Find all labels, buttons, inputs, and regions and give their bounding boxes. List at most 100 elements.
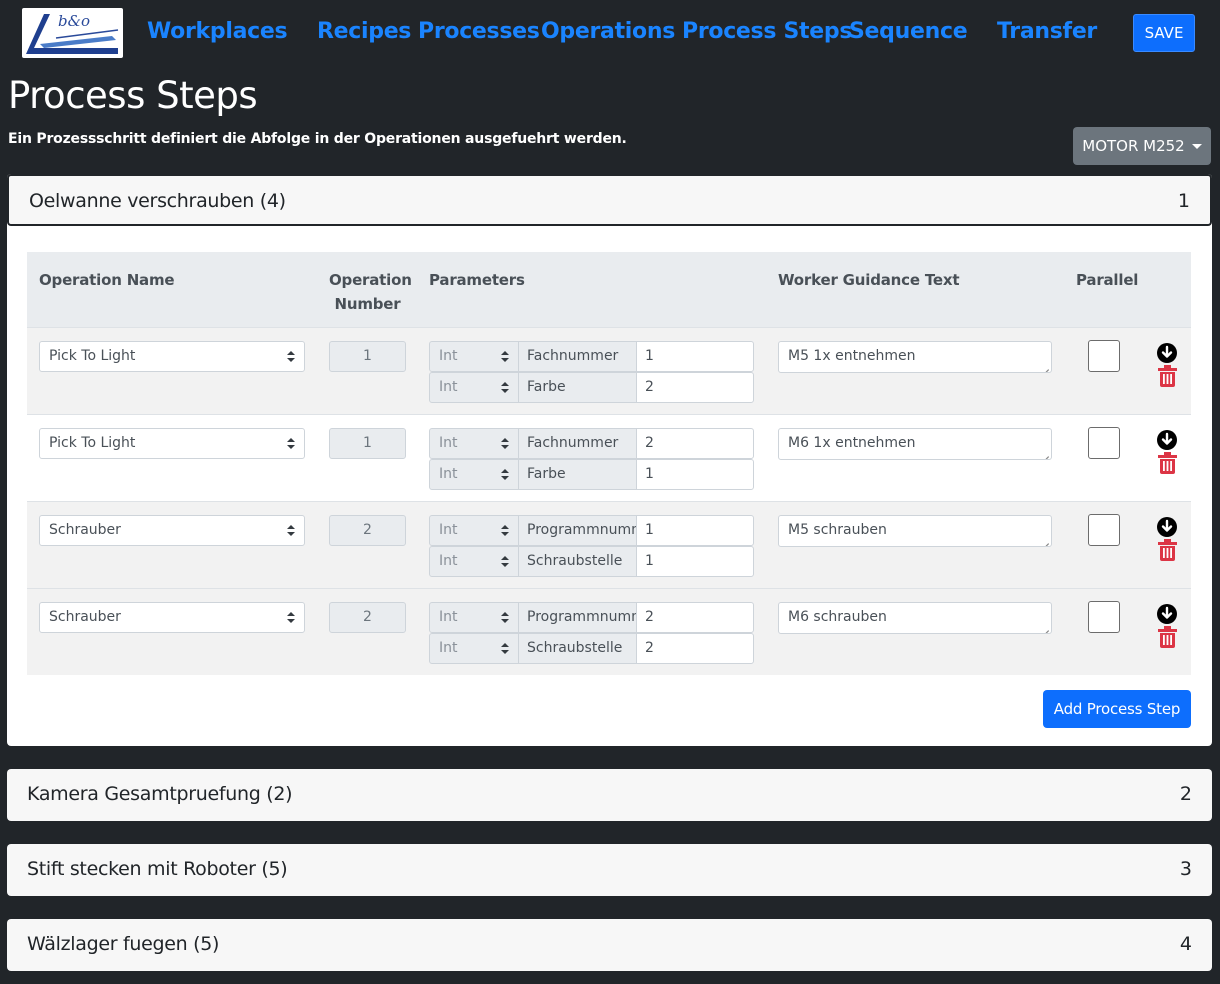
- param-type-value: Int: [439, 348, 458, 364]
- accordion-title: Stift stecken mit Roboter (5): [27, 858, 288, 880]
- nav-link-sequence[interactable]: Sequence: [849, 19, 968, 44]
- operation-select[interactable]: Pick To Light: [39, 341, 305, 372]
- select-arrows-icon: [501, 556, 509, 568]
- select-arrows-icon: [501, 438, 509, 450]
- operation-select-value: Schrauber: [49, 609, 121, 625]
- param-value-input[interactable]: 1: [636, 459, 754, 490]
- nav-link-processes[interactable]: Processes: [418, 19, 540, 44]
- param-name-field: Farbe: [518, 372, 637, 403]
- page-title: Process Steps: [8, 74, 258, 117]
- move-down-icon[interactable]: [1157, 604, 1177, 624]
- trash-icon[interactable]: [1158, 626, 1177, 648]
- param-type-select[interactable]: Int: [429, 428, 519, 459]
- header-operation-number: Operation Number: [329, 268, 412, 316]
- resize-handle-icon[interactable]: [1041, 536, 1049, 544]
- navbar: b&o Workplaces Recipes Processes Operati…: [0, 0, 1220, 70]
- param-type-select[interactable]: Int: [429, 459, 519, 490]
- accordion-header[interactable]: Stift stecken mit Roboter (5) 3: [7, 844, 1212, 896]
- parallel-checkbox[interactable]: [1088, 601, 1120, 633]
- select-arrows-icon: [501, 382, 509, 394]
- param-value-input[interactable]: 2: [636, 428, 754, 459]
- table-row: Pick To Light 1 Int Fachnummer 2 Int Far…: [27, 414, 1191, 501]
- add-process-step-button[interactable]: Add Process Step: [1043, 690, 1191, 728]
- move-down-icon[interactable]: [1157, 430, 1177, 450]
- select-arrows-icon: [501, 525, 509, 537]
- param-value-input[interactable]: 2: [636, 372, 754, 403]
- param-name-field: Programmnummer: [518, 515, 637, 546]
- trash-icon[interactable]: [1158, 365, 1177, 387]
- operation-select[interactable]: Pick To Light: [39, 428, 305, 459]
- accordion-header[interactable]: Wälzlager fuegen (5) 4: [7, 919, 1212, 971]
- guidance-text: M6 schrauben: [788, 609, 887, 625]
- table-row: Schrauber 2 Int Programmnummer 2 Int Sch…: [27, 588, 1191, 675]
- guidance-textarea[interactable]: M5 schrauben: [778, 515, 1052, 547]
- param-name-field: Fachnummer: [518, 428, 637, 459]
- move-down-icon[interactable]: [1157, 343, 1177, 363]
- caret-down-icon: [1191, 143, 1202, 149]
- param-type-value: Int: [439, 640, 458, 656]
- select-arrows-icon: [287, 612, 295, 624]
- accordion-item-expanded: Oelwanne verschrauben (4) 1 Operation Na…: [7, 174, 1212, 746]
- param-name-field: Programmnummer: [518, 602, 637, 633]
- move-down-icon[interactable]: [1157, 517, 1177, 537]
- operation-select-value: Pick To Light: [49, 435, 136, 451]
- table-row: Pick To Light 1 Int Fachnummer 1 Int Far…: [27, 327, 1191, 414]
- trash-icon[interactable]: [1158, 539, 1177, 561]
- guidance-text: M6 1x entnehmen: [788, 435, 916, 451]
- param-type-select[interactable]: Int: [429, 372, 519, 403]
- company-logo[interactable]: b&o: [22, 8, 123, 58]
- select-arrows-icon: [501, 351, 509, 363]
- guidance-textarea[interactable]: M6 schrauben: [778, 602, 1052, 634]
- resize-handle-icon[interactable]: [1041, 449, 1049, 457]
- param-type-value: Int: [439, 379, 458, 395]
- param-type-select[interactable]: Int: [429, 546, 519, 577]
- param-type-value: Int: [439, 466, 458, 482]
- guidance-textarea[interactable]: M5 1x entnehmen: [778, 341, 1052, 373]
- nav-link-process-steps[interactable]: Process Steps: [682, 19, 852, 44]
- logo-text: b&o: [58, 12, 90, 30]
- param-name-field: Schraubstelle: [518, 546, 637, 577]
- select-arrows-icon: [287, 351, 295, 363]
- nav-link-transfer[interactable]: Transfer: [997, 19, 1097, 44]
- product-dropdown[interactable]: MOTOR M252: [1073, 127, 1211, 165]
- accordion-index: 4: [1179, 933, 1192, 955]
- parallel-checkbox[interactable]: [1088, 514, 1120, 546]
- table-header: Operation Name Operation Number Paramete…: [27, 252, 1191, 327]
- nav-link-operations[interactable]: Operations: [541, 19, 675, 44]
- nav-link-workplaces[interactable]: Workplaces: [147, 19, 288, 44]
- param-type-select[interactable]: Int: [429, 633, 519, 664]
- page-subtitle: Ein Prozessschritt definiert die Abfolge…: [8, 131, 627, 147]
- param-type-select[interactable]: Int: [429, 341, 519, 372]
- accordion-header[interactable]: Oelwanne verschrauben (4) 1: [7, 174, 1212, 226]
- operation-select[interactable]: Schrauber: [39, 602, 305, 633]
- operation-number-field: 2: [329, 515, 406, 546]
- guidance-textarea[interactable]: M6 1x entnehmen: [778, 428, 1052, 460]
- accordion-index: 2: [1179, 783, 1192, 805]
- param-type-select[interactable]: Int: [429, 602, 519, 633]
- product-dropdown-label: MOTOR M252: [1082, 137, 1185, 155]
- param-type-value: Int: [439, 522, 458, 538]
- accordion-header[interactable]: Kamera Gesamtpruefung (2) 2: [7, 769, 1212, 821]
- param-type-select[interactable]: Int: [429, 515, 519, 546]
- parallel-checkbox[interactable]: [1088, 340, 1120, 372]
- select-arrows-icon: [501, 469, 509, 481]
- select-arrows-icon: [287, 438, 295, 450]
- accordion-title: Oelwanne verschrauben (4): [29, 190, 286, 212]
- parallel-checkbox[interactable]: [1088, 427, 1120, 459]
- resize-handle-icon[interactable]: [1041, 623, 1049, 631]
- param-value-input[interactable]: 1: [636, 546, 754, 577]
- param-value-input[interactable]: 2: [636, 602, 754, 633]
- select-arrows-icon: [287, 525, 295, 537]
- accordion-index: 1: [1177, 190, 1190, 212]
- nav-link-recipes[interactable]: Recipes: [317, 19, 411, 44]
- resize-handle-icon[interactable]: [1041, 362, 1049, 370]
- operation-number-field: 1: [329, 341, 406, 372]
- guidance-text: M5 1x entnehmen: [788, 348, 916, 364]
- param-value-input[interactable]: 1: [636, 515, 754, 546]
- param-value-input[interactable]: 1: [636, 341, 754, 372]
- trash-icon[interactable]: [1158, 452, 1177, 474]
- operation-select[interactable]: Schrauber: [39, 515, 305, 546]
- save-button[interactable]: SAVE: [1133, 14, 1195, 52]
- header-parameters: Parameters: [429, 271, 525, 289]
- param-value-input[interactable]: 2: [636, 633, 754, 664]
